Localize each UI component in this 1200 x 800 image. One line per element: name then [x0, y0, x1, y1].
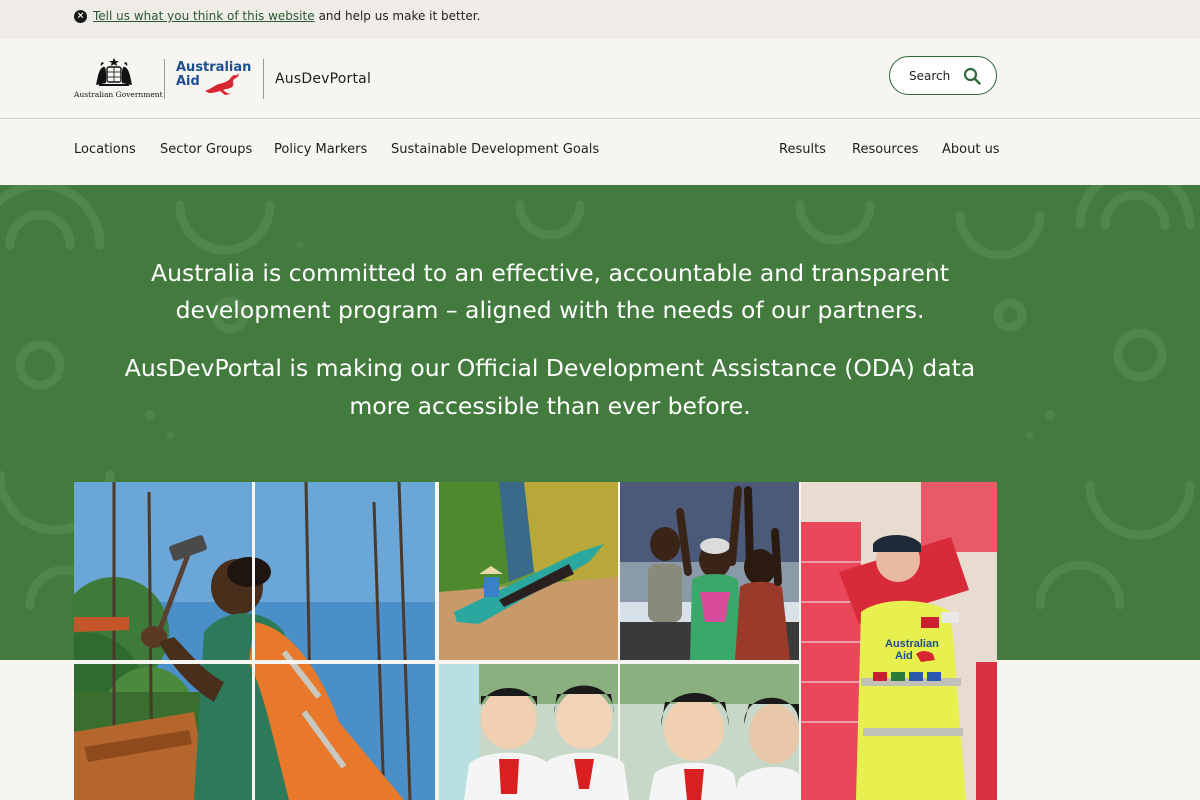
- mosaic-gridline: [74, 660, 801, 664]
- portal-name[interactable]: AusDevPortal: [275, 71, 371, 87]
- coat-of-arms-icon: [96, 58, 132, 86]
- feedback-text: and help us make it better.: [318, 9, 481, 23]
- nav-sector-groups[interactable]: Sector Groups: [160, 142, 252, 157]
- portal-divider: [263, 59, 264, 99]
- hero-statement: Australia is committed to an effective, …: [151, 259, 949, 324]
- nav-sdgs[interactable]: Sustainable Development Goals: [391, 142, 599, 157]
- mosaic-gridline: [618, 482, 620, 800]
- mosaic-gridline: [435, 482, 439, 800]
- vest-text-1: Australian: [885, 638, 939, 650]
- search-icon: [963, 67, 981, 85]
- mosaic-gridline: [252, 482, 255, 800]
- vest-text-2: Aid: [895, 650, 913, 662]
- search-label: Search: [909, 68, 951, 83]
- feedback-bar: × Tell us what you think of this website…: [0, 0, 1200, 39]
- photo-rice-paddy-boat: [439, 482, 618, 660]
- australian-aid-logo[interactable]: Australian Aid: [176, 61, 254, 97]
- close-icon[interactable]: ×: [74, 9, 87, 23]
- feedback-message: × Tell us what you think of this website…: [74, 9, 480, 23]
- logo-divider: [164, 59, 165, 99]
- photo-women-celebrating: [620, 482, 799, 660]
- nav-about-us[interactable]: About us: [942, 142, 1000, 157]
- kangaroo-icon: [205, 73, 239, 95]
- search-button[interactable]: Search: [889, 56, 997, 95]
- gov-label: Australian Government: [74, 90, 163, 99]
- main-nav: Locations Sector Groups Policy Markers S…: [0, 120, 1200, 185]
- photo-mosaic: Australian Aid: [74, 482, 997, 800]
- site-header: Australian Government Australian Aid Aus…: [0, 39, 1200, 119]
- photo-aid-worker: Australian Aid: [801, 482, 997, 800]
- hero-subtext: AusDevPortal is making our Official Deve…: [124, 354, 976, 420]
- feedback-link[interactable]: Tell us what you think of this website: [93, 9, 315, 23]
- nav-resources[interactable]: Resources: [852, 142, 918, 157]
- nav-results[interactable]: Results: [779, 142, 826, 157]
- mosaic-gridline: [799, 482, 801, 800]
- nav-locations[interactable]: Locations: [74, 142, 136, 157]
- nav-policy-markers[interactable]: Policy Markers: [274, 142, 367, 157]
- australian-government-logo[interactable]: Australian Government: [74, 57, 163, 101]
